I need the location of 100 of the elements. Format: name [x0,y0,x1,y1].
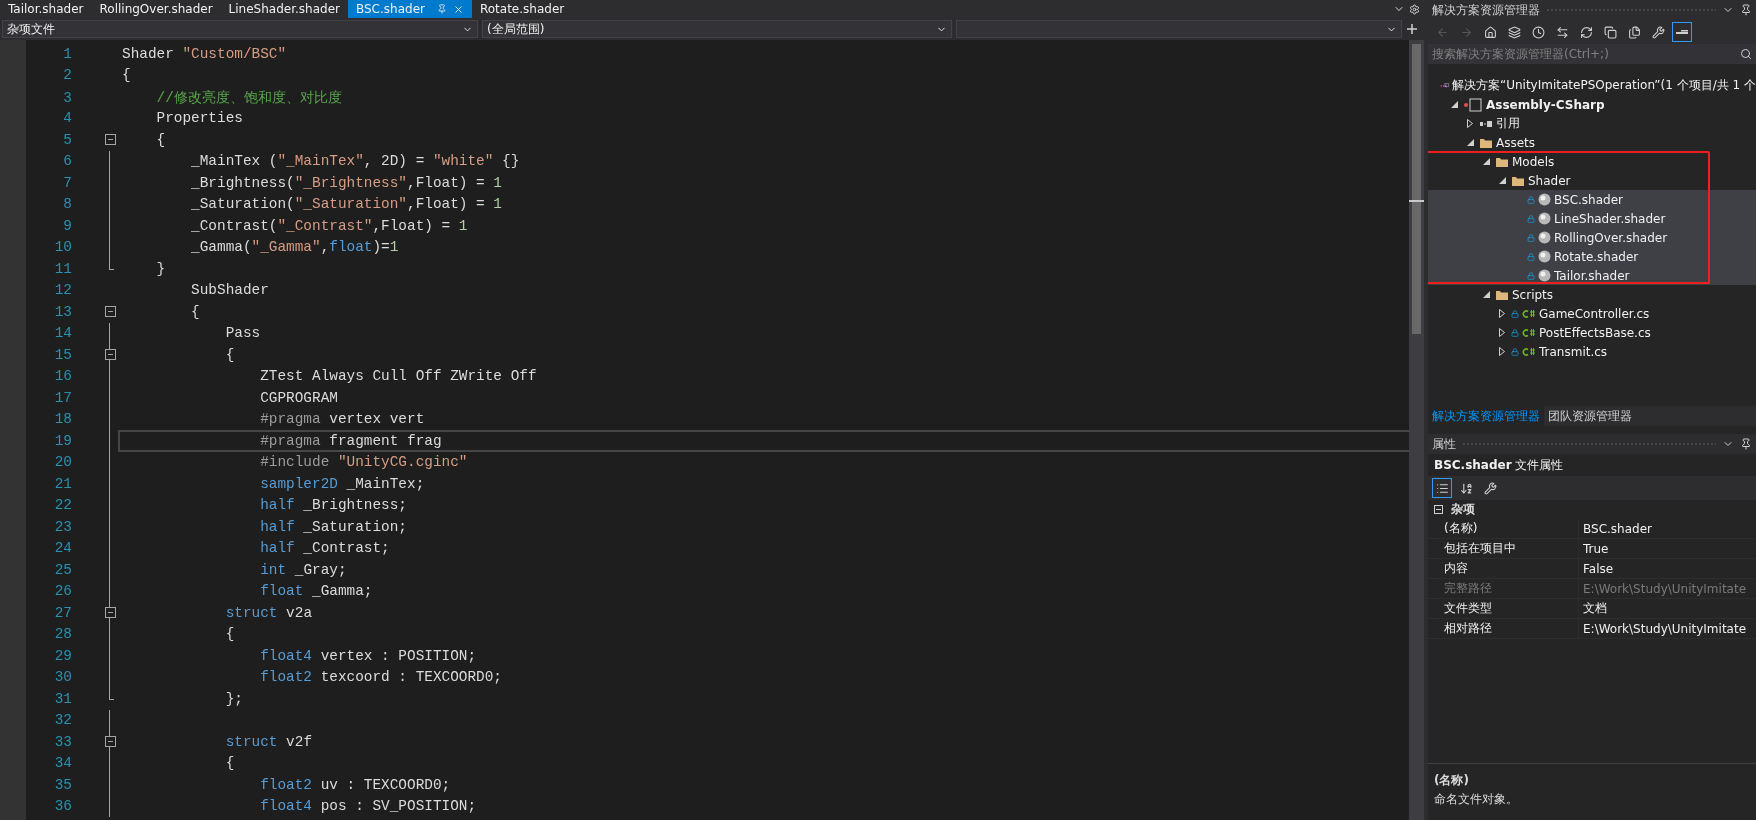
expanded-arrow-icon[interactable] [1466,139,1474,146]
property-value[interactable]: False [1578,559,1756,578]
tree-item[interactable]: Tailor.shader [1554,268,1630,283]
project-icon [1463,97,1483,112]
tree-item[interactable]: Assembly-CSharp [1486,97,1605,112]
split-window-icon[interactable] [1406,23,1418,35]
tree-item[interactable]: BSC.shader [1554,192,1623,207]
lock-icon [1527,252,1535,261]
property-value[interactable]: 文档 [1578,599,1756,618]
expanded-arrow-icon[interactable] [1482,158,1490,165]
document-tab[interactable]: RollingOver.shader [91,0,221,18]
tree-item[interactable]: GameController.cs [1539,306,1650,321]
collapse-icon[interactable] [104,607,116,619]
collapsed-arrow-icon[interactable] [1499,309,1505,318]
code-line: float2 texcoord : TEXCOORD0; [260,669,502,686]
document-tab[interactable]: LineShader.shader [220,0,348,18]
panel-title: 属性 [1432,435,1456,453]
code-line: } [156,260,166,277]
code-line: //修改亮度、饱和度、对比度 [156,89,342,107]
tree-item[interactable]: Scripts [1512,287,1554,302]
line-number: 23 [53,518,72,535]
collapse-icon[interactable] [104,349,116,361]
property-value[interactable]: BSC.shader [1578,519,1756,538]
collapse-icon[interactable] [1434,505,1443,514]
tree-item[interactable]: 解决方案“UnityImitatePSOperation”(1 个项目/共 1 个 [1451,77,1756,94]
line-number: 36 [53,798,72,815]
tree-item[interactable]: PostEffectsBase.cs [1539,325,1651,340]
line-number: 31 [53,690,72,707]
pin-icon[interactable] [1740,4,1752,16]
property-name: 内容 [1443,560,1469,577]
code-line: SubShader [191,282,269,299]
expanded-arrow-icon[interactable] [1498,177,1506,184]
settings-icon[interactable] [1409,3,1420,15]
line-number: 27 [53,604,72,621]
code-line: Shader "Custom/BSC" [122,45,287,62]
collapse-icon[interactable] [104,306,116,318]
project-dropdown[interactable]: 杂项文件 [2,20,478,38]
code-line: half _Brightness; [260,497,407,514]
lock-icon [1511,328,1519,337]
line-number: 17 [53,389,72,406]
line-number: 19 [53,432,72,449]
expanded-arrow-icon[interactable] [1450,101,1458,108]
code-line: { [122,67,131,84]
tree-item[interactable]: Transmit.cs [1539,344,1608,359]
tree-item[interactable]: Models [1512,154,1555,169]
line-number: 35 [53,776,72,793]
views-icon [1507,25,1521,39]
back-icon [1435,25,1449,39]
csharp-file-icon [1522,346,1536,357]
search-icon [1740,48,1752,60]
line-number: 12 [53,282,72,299]
collapsed-arrow-icon[interactable] [1499,328,1505,337]
categorized-button[interactable] [1432,478,1452,498]
tree-item[interactable]: Shader [1528,173,1571,188]
document-tab[interactable]: Rotate.shader [471,0,573,18]
sync-icon [1555,25,1569,39]
property-value[interactable]: True [1578,539,1756,558]
tree-item[interactable]: 引用 [1496,115,1520,132]
code-line: struct v2f [225,733,312,750]
sphere-icon [1538,231,1551,244]
code-line: { [225,755,235,772]
sphere-icon [1538,212,1551,225]
show-all-icon [1627,25,1641,39]
description-title: (名称) [1434,772,1470,789]
line-number: 5 [62,131,72,148]
code-line: #pragma vertex vert [260,411,425,428]
description-text: 命名文件对象。 [1434,791,1519,808]
scope-dropdown[interactable]: (全局范围) [482,20,952,38]
property-name: 包括在项目中 [1443,540,1517,557]
property-value[interactable]: E:\Work\Study\UnityImitate [1578,619,1756,638]
document-tab[interactable]: BSC.shader [347,0,472,18]
references-icon [1479,119,1493,128]
collapsed-arrow-icon[interactable] [1467,119,1473,128]
line-number: 14 [53,325,72,342]
collapsed-arrow-icon[interactable] [1499,347,1505,356]
document-tab[interactable]: Tailor.shader [0,0,92,18]
line-number: 32 [53,712,72,729]
preview-button[interactable] [1672,22,1692,42]
folder-icon [1495,155,1509,168]
sphere-icon [1538,250,1551,263]
code-line: int _Gray; [260,561,347,578]
line-number: 33 [53,733,72,750]
expanded-arrow-icon[interactable] [1482,291,1490,298]
csharp-file-icon [1522,308,1536,319]
collapse-icon[interactable] [104,736,116,748]
preview-icon [1676,30,1688,34]
code-line: { [225,346,235,363]
property-name: 文件类型 [1443,600,1493,617]
scrollbar[interactable] [1409,40,1424,820]
code-line: half _Saturation; [260,518,407,535]
collapse-icon[interactable] [104,134,116,146]
folder-icon [1479,136,1493,149]
panel-tab[interactable]: 解决方案资源管理器 [1428,406,1544,426]
close-icon[interactable] [452,3,464,15]
line-number: 22 [53,497,72,514]
pin-icon[interactable] [1740,438,1752,450]
folder-icon [1511,174,1525,187]
line-number: 13 [53,303,72,320]
csharp-file-icon [1522,327,1536,338]
tree-item[interactable]: Assets [1496,135,1536,150]
